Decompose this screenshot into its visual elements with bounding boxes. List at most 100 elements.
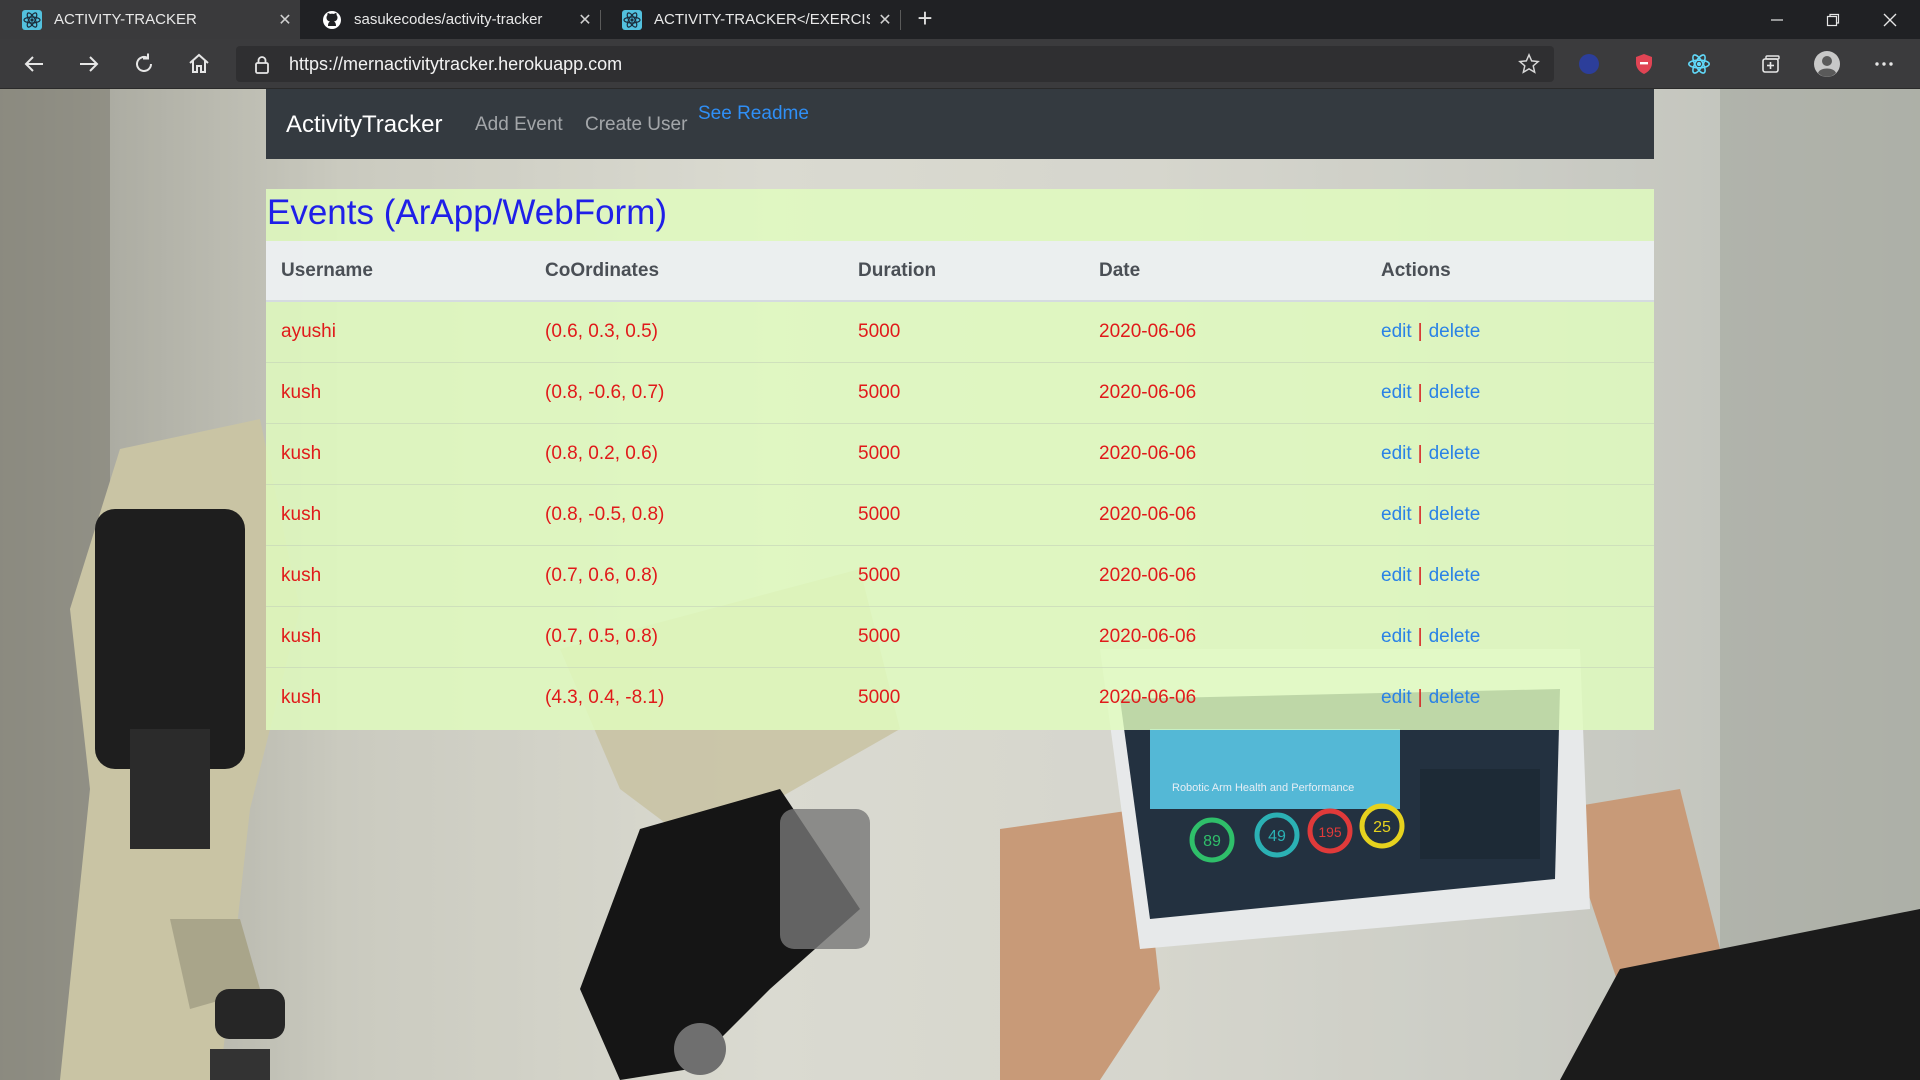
cell-date: 2020-06-06 xyxy=(1084,544,1366,606)
cell-coordinates: (0.7, 0.5, 0.8) xyxy=(530,605,843,667)
cell-username: kush xyxy=(266,483,530,545)
minimize-icon[interactable] xyxy=(1749,0,1805,39)
github-icon xyxy=(322,10,342,30)
delete-link[interactable]: delete xyxy=(1429,382,1481,403)
column-header-date: Date xyxy=(1084,241,1366,302)
cell-actions: edit | delete xyxy=(1366,300,1654,362)
cell-duration: 5000 xyxy=(843,483,1084,545)
column-header-username: Username xyxy=(266,241,530,302)
tab-strip: ACTIVITY-TRACKER ✕ sasukecodes/activity-… xyxy=(0,0,1920,39)
nav-create-user[interactable]: Create User xyxy=(585,114,687,136)
tab-activity-tracker[interactable]: ACTIVITY-TRACKER ✕ xyxy=(0,0,300,39)
close-window-icon[interactable] xyxy=(1862,0,1918,39)
cell-duration: 5000 xyxy=(843,605,1084,667)
action-separator: | xyxy=(1417,686,1423,708)
cell-actions: edit | delete xyxy=(1366,666,1654,728)
restore-icon[interactable] xyxy=(1805,0,1861,39)
table-row: ayushi (0.6, 0.3, 0.5) 5000 2020-06-06 e… xyxy=(266,300,1654,362)
delete-link[interactable]: delete xyxy=(1429,565,1481,586)
close-tab-icon[interactable]: ✕ xyxy=(270,10,300,30)
action-separator: | xyxy=(1417,503,1423,525)
table-row: kush (0.8, 0.2, 0.6) 5000 2020-06-06 edi… xyxy=(266,422,1654,484)
cell-username: ayushi xyxy=(266,300,530,362)
cell-actions: edit | delete xyxy=(1366,422,1654,484)
cell-actions: edit | delete xyxy=(1366,483,1654,545)
cell-actions: edit | delete xyxy=(1366,544,1654,606)
cell-date: 2020-06-06 xyxy=(1084,605,1366,667)
delete-link[interactable]: delete xyxy=(1429,321,1481,342)
shield-extension-icon[interactable] xyxy=(1630,50,1658,78)
action-separator: | xyxy=(1417,564,1423,586)
delete-link[interactable]: delete xyxy=(1429,687,1481,708)
cell-coordinates: (0.8, -0.6, 0.7) xyxy=(530,361,843,423)
cell-actions: edit | delete xyxy=(1366,361,1654,423)
cell-coordinates: (0.7, 0.6, 0.8) xyxy=(530,544,843,606)
cell-coordinates: (0.8, -0.5, 0.8) xyxy=(530,483,843,545)
gauge-value: 25 xyxy=(1373,819,1391,836)
cell-date: 2020-06-06 xyxy=(1084,483,1366,545)
toolbar: https://mernactivitytracker.herokuapp.co… xyxy=(0,39,1920,89)
refresh-icon[interactable] xyxy=(128,48,160,80)
table-row: kush (0.8, -0.6, 0.7) 5000 2020-06-06 ed… xyxy=(266,361,1654,423)
see-readme-link[interactable]: See Readme xyxy=(698,103,809,125)
edit-link[interactable]: edit xyxy=(1381,321,1412,342)
collections-icon[interactable] xyxy=(1757,50,1785,78)
tab-exercise-tracker[interactable]: ACTIVITY-TRACKER</EXERCISE-T ✕ xyxy=(600,0,900,39)
cell-date: 2020-06-06 xyxy=(1084,361,1366,423)
gauge-value: 195 xyxy=(1318,824,1342,840)
edit-link[interactable]: edit xyxy=(1381,443,1412,464)
close-tab-icon[interactable]: ✕ xyxy=(870,10,900,30)
lock-icon[interactable] xyxy=(254,55,270,80)
edit-link[interactable]: edit xyxy=(1381,626,1412,647)
edit-link[interactable]: edit xyxy=(1381,504,1412,525)
cell-date: 2020-06-06 xyxy=(1084,422,1366,484)
more-menu-icon[interactable] xyxy=(1870,50,1898,78)
cell-username: kush xyxy=(266,422,530,484)
tab-separator xyxy=(900,10,901,30)
cell-username: kush xyxy=(266,605,530,667)
page-viewport: Robotic Arm Health and Performance 89 49… xyxy=(0,89,1920,1080)
react-devtools-icon[interactable] xyxy=(1685,50,1713,78)
cell-coordinates: (0.8, 0.2, 0.6) xyxy=(530,422,843,484)
cell-date: 2020-06-06 xyxy=(1084,300,1366,362)
edit-link[interactable]: edit xyxy=(1381,565,1412,586)
tab-github[interactable]: sasukecodes/activity-tracker ✕ xyxy=(300,0,600,39)
page-title: Events (ArApp/WebForm) xyxy=(267,193,668,232)
cell-date: 2020-06-06 xyxy=(1084,666,1366,728)
favorite-star-icon[interactable] xyxy=(1518,53,1540,80)
cell-username: kush xyxy=(266,666,530,728)
cell-coordinates: (0.6, 0.3, 0.5) xyxy=(530,300,843,362)
gauge-value: 49 xyxy=(1268,828,1286,845)
table-row: kush (4.3, 0.4, -8.1) 5000 2020-06-06 ed… xyxy=(266,666,1654,728)
dark-reader-extension-icon[interactable] xyxy=(1575,50,1603,78)
edit-link[interactable]: edit xyxy=(1381,382,1412,403)
delete-link[interactable]: delete xyxy=(1429,626,1481,647)
cell-duration: 5000 xyxy=(843,361,1084,423)
events-table: Username CoOrdinates Duration Date Actio… xyxy=(266,241,1654,728)
tablet-panel-title: Robotic Arm Health and Performance xyxy=(1172,782,1354,794)
close-tab-icon[interactable]: ✕ xyxy=(570,10,600,30)
edit-link[interactable]: edit xyxy=(1381,687,1412,708)
action-separator: | xyxy=(1417,442,1423,464)
nav-add-event[interactable]: Add Event xyxy=(475,114,563,136)
table-row: kush (0.8, -0.5, 0.8) 5000 2020-06-06 ed… xyxy=(266,483,1654,545)
gauge-value: 89 xyxy=(1203,833,1221,850)
tab-title: ACTIVITY-TRACKER xyxy=(54,11,197,28)
forward-icon[interactable] xyxy=(73,48,105,80)
column-header-coordinates: CoOrdinates xyxy=(530,241,843,302)
delete-link[interactable]: delete xyxy=(1429,504,1481,525)
action-separator: | xyxy=(1417,381,1423,403)
back-icon[interactable] xyxy=(18,48,50,80)
new-tab-button[interactable]: + xyxy=(912,0,938,39)
table-row: kush (0.7, 0.5, 0.8) 5000 2020-06-06 edi… xyxy=(266,605,1654,667)
profile-avatar-icon[interactable] xyxy=(1813,50,1841,78)
cell-actions: edit | delete xyxy=(1366,605,1654,667)
url-text[interactable]: https://mernactivitytracker.herokuapp.co… xyxy=(289,54,622,75)
brand-link[interactable]: ActivityTracker xyxy=(286,111,442,139)
column-header-actions: Actions xyxy=(1366,241,1654,302)
delete-link[interactable]: delete xyxy=(1429,443,1481,464)
address-bar[interactable]: https://mernactivitytracker.herokuapp.co… xyxy=(236,46,1554,82)
app-navbar: ActivityTracker Add Event Create User Se… xyxy=(266,89,1654,159)
home-icon[interactable] xyxy=(183,48,215,80)
tab-title: sasukecodes/activity-tracker xyxy=(354,11,543,28)
